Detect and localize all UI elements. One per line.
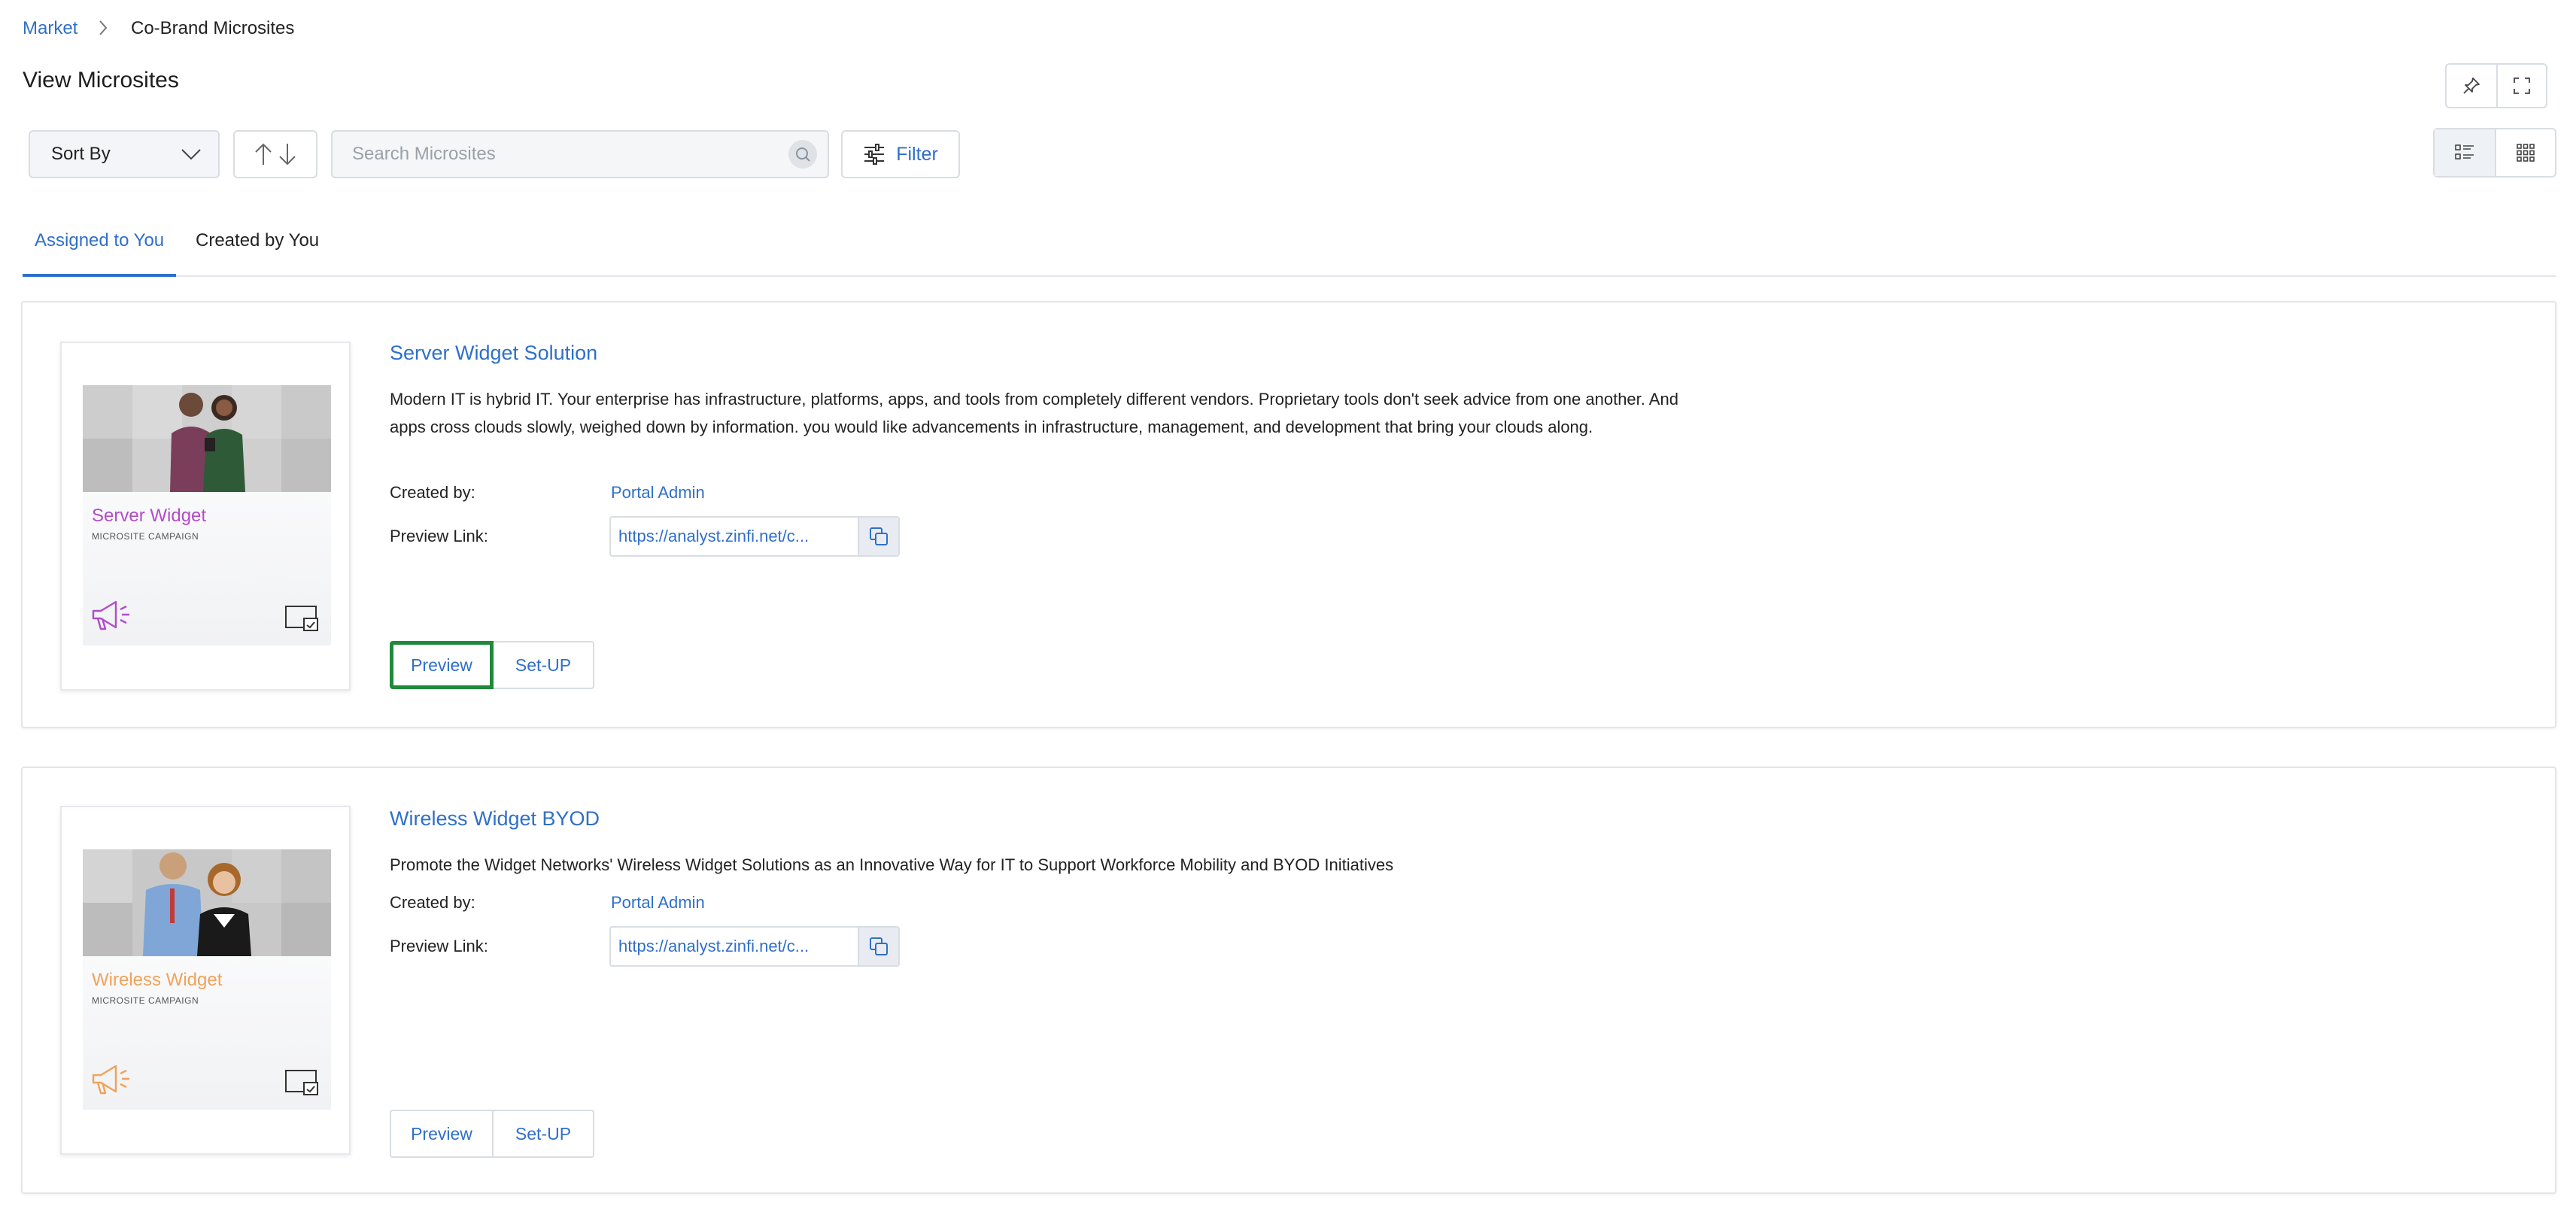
tab-assigned-to-you[interactable]: Assigned to You	[23, 230, 177, 277]
microsite-actions: Preview Set-UP	[390, 641, 594, 689]
microsite-actions: Preview Set-UP	[390, 1110, 594, 1158]
thumbnail-title: Wireless Widget	[92, 970, 223, 990]
search-input[interactable]	[352, 144, 788, 165]
thumbnail-subtitle: MICROSITE CAMPAIGN	[92, 995, 199, 1006]
pin-icon	[2463, 77, 2480, 94]
arrow-up-icon	[255, 143, 272, 165]
copy-icon	[870, 937, 888, 955]
preview-link-url[interactable]: https://analyst.zinfi.net/c...	[611, 518, 858, 555]
list-view-button[interactable]	[2435, 129, 2495, 176]
preview-link-box: https://analyst.zinfi.net/c...	[609, 516, 900, 557]
thumbnail-image: Server Widget MICROSITE CAMPAIGN	[83, 385, 331, 645]
setup-button[interactable]: Set-UP	[494, 1110, 594, 1158]
thumbnail-image: Wireless Widget MICROSITE CAMPAIGN	[83, 849, 331, 1110]
microsite-screen-icon	[285, 606, 318, 631]
created-by-label: Created by:	[390, 893, 475, 912]
microsite-title-link[interactable]: Server Widget Solution	[390, 342, 597, 365]
thumbnail-photo	[83, 849, 331, 956]
megaphone-icon	[92, 600, 129, 630]
chevron-right-icon	[99, 20, 108, 35]
thumbnail-title: Server Widget	[92, 506, 207, 526]
microsite-card: Server Widget MICROSITE CAMPAIGN Server …	[21, 301, 2556, 728]
microsite-screen-icon	[285, 1070, 318, 1095]
preview-button[interactable]: Preview	[390, 641, 494, 689]
list-view-icon	[2455, 144, 2474, 159]
people-photo	[143, 852, 251, 956]
filter-label: Filter	[896, 143, 938, 165]
preview-link-box: https://analyst.zinfi.net/c...	[609, 926, 900, 967]
grid-view-button[interactable]	[2495, 129, 2555, 176]
arrow-down-icon	[279, 144, 296, 166]
preview-link-label: Preview Link:	[390, 937, 488, 955]
fullscreen-icon	[2514, 77, 2530, 94]
setup-button[interactable]: Set-UP	[494, 641, 594, 689]
megaphone-icon	[92, 1065, 129, 1095]
preview-link-url[interactable]: https://analyst.zinfi.net/c...	[611, 928, 858, 965]
sort-direction-button[interactable]	[233, 130, 317, 178]
chevron-down-icon	[181, 149, 201, 160]
copy-link-button[interactable]	[858, 928, 898, 965]
copy-icon	[870, 527, 888, 545]
sort-by-label: Sort By	[51, 144, 111, 164]
microsite-description: Promote the Widget Networks' Wireless Wi…	[390, 855, 1394, 874]
filter-sliders-icon	[864, 144, 885, 165]
created-by-link[interactable]: Portal Admin	[611, 483, 705, 503]
created-by-link[interactable]: Portal Admin	[611, 893, 705, 913]
search-icon	[796, 147, 810, 162]
page-actions	[2445, 63, 2547, 108]
pin-button[interactable]	[2447, 65, 2496, 107]
breadcrumb-current: Co-Brand Microsites	[131, 18, 295, 38]
created-by-label: Created by:	[390, 483, 475, 502]
tabs-divider	[23, 275, 2556, 277]
search-button[interactable]	[788, 140, 817, 169]
view-toggle	[2433, 128, 2556, 178]
page-title: View Microsites	[23, 68, 179, 93]
sort-by-dropdown[interactable]: Sort By	[29, 130, 220, 178]
filter-button[interactable]: Filter	[841, 130, 960, 178]
people-photo	[170, 393, 245, 492]
microsite-thumbnail[interactable]: Wireless Widget MICROSITE CAMPAIGN	[60, 806, 351, 1155]
thumbnail-subtitle: MICROSITE CAMPAIGN	[92, 531, 199, 542]
microsite-description: Modern IT is hybrid IT. Your enterprise …	[390, 390, 1678, 436]
thumbnail-photo	[83, 385, 331, 492]
microsite-card: Wireless Widget MICROSITE CAMPAIGN Wirel…	[21, 767, 2556, 1194]
breadcrumb-market-link[interactable]: Market	[23, 18, 77, 39]
preview-link-label: Preview Link:	[390, 527, 488, 545]
grid-view-icon	[2517, 144, 2535, 162]
preview-button[interactable]: Preview	[390, 1110, 494, 1158]
search-box	[331, 130, 829, 178]
tab-created-by-you[interactable]: Created by You	[184, 230, 331, 277]
copy-link-button[interactable]	[858, 518, 898, 555]
microsite-title-link[interactable]: Wireless Widget BYOD	[390, 807, 600, 831]
microsite-thumbnail[interactable]: Server Widget MICROSITE CAMPAIGN	[60, 342, 351, 691]
fullscreen-button[interactable]	[2496, 65, 2546, 107]
